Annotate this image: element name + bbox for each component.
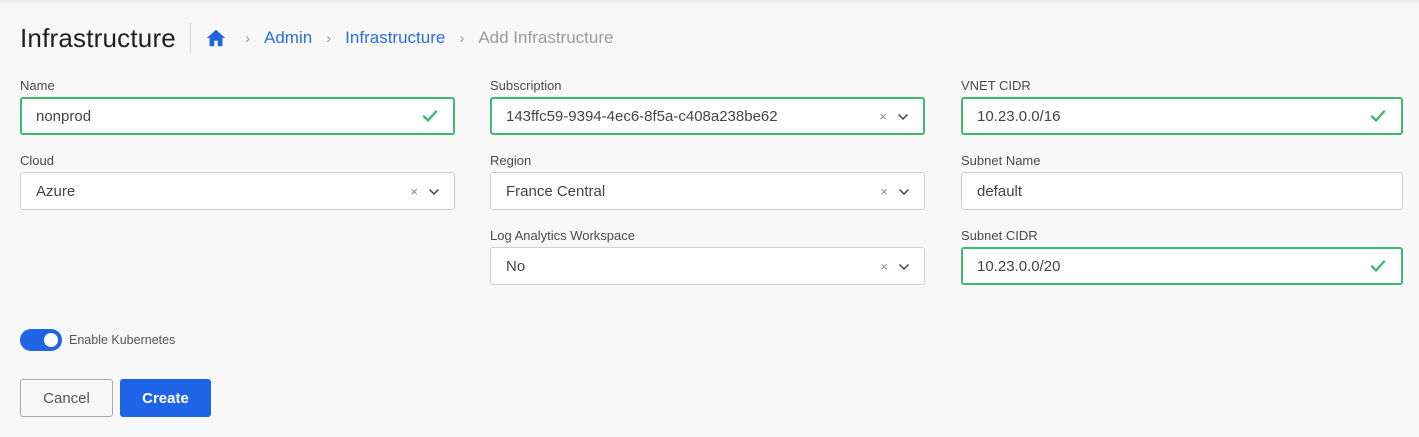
name-label: Name (20, 78, 55, 93)
vnet-cidr-value: 10.23.0.0/16 (977, 107, 1061, 125)
cloud-select[interactable]: Azure × (20, 172, 455, 210)
check-icon (1369, 257, 1387, 275)
home-icon[interactable] (205, 27, 227, 49)
subnet-cidr-label: Subnet CIDR (961, 228, 1038, 243)
subnet-name-label: Subnet Name (961, 153, 1041, 168)
toggle-knob (44, 333, 58, 347)
subnet-cidr-value: 10.23.0.0/20 (977, 257, 1061, 275)
enable-kubernetes-toggle[interactable] (20, 329, 62, 351)
create-button[interactable]: Create (120, 379, 211, 417)
name-input[interactable]: nonprod (20, 97, 455, 135)
breadcrumb-admin[interactable]: Admin (264, 28, 312, 48)
vnet-cidr-label: VNET CIDR (961, 78, 1031, 93)
clear-icon[interactable]: × (410, 184, 418, 199)
vnet-cidr-input[interactable]: 10.23.0.0/16 (961, 97, 1403, 135)
cancel-button[interactable]: Cancel (20, 379, 113, 417)
log-analytics-value: No (506, 257, 526, 275)
chevron-down-icon[interactable] (898, 260, 910, 272)
subscription-value: 143ffc59-9394-4ec6-8f5a-c408a238be62 (506, 107, 778, 125)
cloud-value: Azure (36, 182, 76, 200)
clear-icon[interactable]: × (879, 109, 887, 124)
log-analytics-label: Log Analytics Workspace (490, 228, 635, 243)
breadcrumb-separator: › (459, 29, 465, 47)
top-shadow (0, 0, 1419, 4)
check-icon (421, 107, 439, 125)
breadcrumb: › Admin › Infrastructure › Add Infrastru… (205, 27, 613, 49)
chevron-down-icon[interactable] (897, 110, 909, 122)
log-analytics-select[interactable]: No × (490, 247, 925, 285)
name-value: nonprod (36, 107, 92, 125)
enable-kubernetes-label: Enable Kubernetes (69, 333, 176, 347)
subnet-name-value: default (977, 182, 1023, 200)
subscription-label: Subscription (490, 78, 562, 93)
page-title: Infrastructure (20, 22, 176, 53)
breadcrumb-separator: › (244, 29, 250, 47)
region-select[interactable]: France Central × (490, 172, 925, 210)
header-divider (189, 23, 191, 53)
chevron-down-icon[interactable] (428, 185, 440, 197)
subnet-cidr-input[interactable]: 10.23.0.0/20 (961, 247, 1403, 285)
page-header: Infrastructure › Admin › Infrastructure … (20, 20, 613, 56)
breadcrumb-infrastructure[interactable]: Infrastructure (345, 28, 445, 48)
cloud-label: Cloud (20, 153, 54, 168)
enable-kubernetes-row: Enable Kubernetes (20, 329, 175, 351)
breadcrumb-separator: › (326, 29, 332, 47)
region-label: Region (490, 153, 532, 168)
clear-icon[interactable]: × (880, 259, 888, 274)
clear-icon[interactable]: × (880, 184, 888, 199)
region-value: France Central (506, 182, 606, 200)
chevron-down-icon[interactable] (898, 185, 910, 197)
subnet-name-input[interactable]: default (961, 172, 1403, 210)
check-icon (1369, 107, 1387, 125)
subscription-select[interactable]: 143ffc59-9394-4ec6-8f5a-c408a238be62 × (490, 97, 925, 135)
breadcrumb-add-infrastructure: Add Infrastructure (478, 28, 614, 47)
